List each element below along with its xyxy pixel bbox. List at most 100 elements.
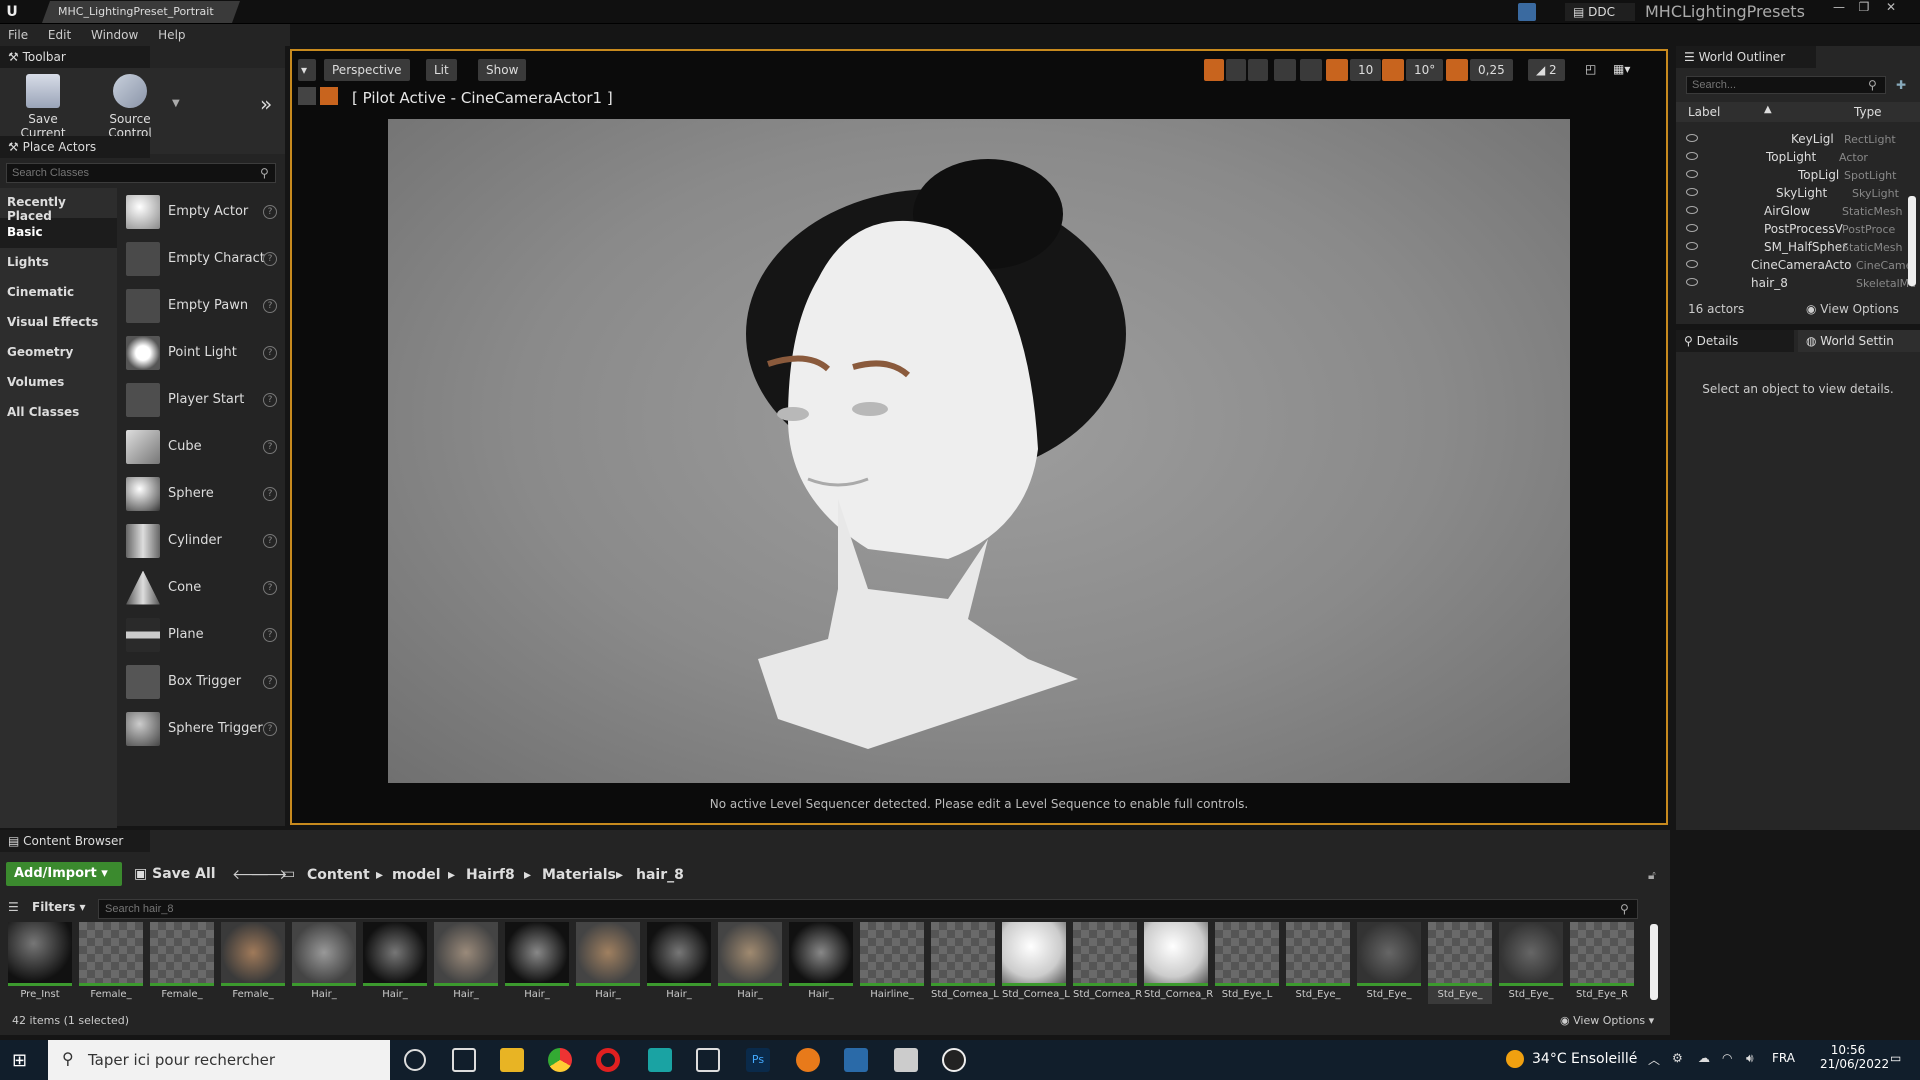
category-all-classes[interactable]: All Classes <box>0 398 117 428</box>
category-volumes[interactable]: Volumes <box>0 368 117 398</box>
app-icon[interactable] <box>894 1048 918 1072</box>
help-icon[interactable]: ? <box>263 721 277 736</box>
actor-player-start[interactable]: Player Start? <box>118 376 285 423</box>
asset-tile[interactable]: Std_Eye_ <box>1499 922 1563 1004</box>
visibility-eye-icon[interactable] <box>1686 224 1698 232</box>
asset-tile[interactable]: Hair_ <box>505 922 569 1004</box>
visibility-eye-icon[interactable] <box>1686 206 1698 214</box>
details-tab[interactable]: ⚲ Details <box>1676 330 1794 352</box>
actor-sphere[interactable]: Sphere? <box>118 470 285 517</box>
outliner-row[interactable]: AirGlow StaticMesh <box>1676 202 1920 220</box>
asset-tile[interactable]: Female_ <box>150 922 214 1004</box>
chrome-icon[interactable] <box>548 1048 572 1072</box>
ddc-indicator[interactable]: ▤ DDC <box>1565 3 1635 21</box>
world-settings-tab[interactable]: ◍ World Settin <box>1798 330 1920 352</box>
asset-tile[interactable]: Std_Cornea_R <box>1073 922 1142 1004</box>
wifi-icon[interactable]: ◠ <box>1722 1051 1732 1065</box>
sources-panel-icon[interactable]: ☰ <box>8 900 19 914</box>
breadcrumb-content[interactable]: Content <box>307 867 370 883</box>
help-icon[interactable]: ? <box>263 486 277 501</box>
category-visual-effects[interactable]: Visual Effects <box>0 308 117 338</box>
col-label-header[interactable]: Label <box>1688 105 1720 119</box>
lock-icon[interactable]: 🔓︎ <box>1648 868 1656 883</box>
place-actors-tab[interactable]: ⚒ Place Actors <box>0 136 150 158</box>
actor-cylinder[interactable]: Cylinder? <box>118 517 285 564</box>
outliner-view-options[interactable]: ◉ View Options <box>1806 302 1899 316</box>
category-lights[interactable]: Lights <box>0 248 117 278</box>
perspective-button[interactable]: Perspective <box>324 59 410 81</box>
rotation-snap-value[interactable]: 10° <box>1406 59 1444 81</box>
cortana-icon[interactable] <box>404 1049 426 1071</box>
scale-icon[interactable] <box>1248 59 1268 81</box>
toolbar-tab[interactable]: ⚒ Toolbar <box>0 46 150 68</box>
asset-tile[interactable]: Hair_ <box>576 922 640 1004</box>
minimize-icon[interactable]: — <box>1828 0 1850 16</box>
notification-icon[interactable]: ▭ <box>1890 1051 1901 1065</box>
visibility-eye-icon[interactable] <box>1686 152 1698 160</box>
save-current-button[interactable]: Save Current <box>6 74 80 140</box>
asset-tile[interactable]: Hair_ <box>434 922 498 1004</box>
surface-snap-icon[interactable] <box>1300 59 1322 81</box>
clock[interactable]: 10:56 21/06/2022 <box>1820 1043 1889 1071</box>
outliner-search-input[interactable] <box>1686 76 1886 94</box>
lit-button[interactable]: Lit <box>426 59 457 81</box>
opera-icon[interactable] <box>596 1048 620 1072</box>
camera-speed-button[interactable]: ◢ 2 <box>1528 59 1565 81</box>
add-import-button[interactable]: Add/Import ▾ <box>6 862 122 886</box>
breadcrumb-hairf8[interactable]: Hairf8 <box>466 867 515 883</box>
asset-tile[interactable]: Hair_ <box>789 922 853 1004</box>
help-icon[interactable]: ? <box>263 627 277 642</box>
help-icon[interactable]: ? <box>263 204 277 219</box>
outliner-row[interactable]: SM_HalfSpher StaticMesh <box>1676 238 1920 256</box>
windows-start-icon[interactable]: ⊞ <box>12 1050 27 1071</box>
save-all-button[interactable]: ▣ Save All <box>134 866 216 882</box>
outliner-row[interactable]: TopLight Actor <box>1676 148 1920 166</box>
breadcrumb-hair8[interactable]: hair_8 <box>636 867 684 883</box>
task-view-icon[interactable] <box>452 1048 476 1072</box>
cb-view-options[interactable]: ◉ View Options ▾ <box>1560 1014 1654 1027</box>
maya-icon[interactable] <box>648 1048 672 1072</box>
show-button[interactable]: Show <box>478 59 527 81</box>
file-explorer-icon[interactable] <box>500 1048 524 1072</box>
asset-tile[interactable]: Std_Eye_ <box>1357 922 1421 1004</box>
grid-snap-value[interactable]: 10 <box>1350 59 1382 81</box>
visibility-eye-icon[interactable] <box>1686 170 1698 178</box>
actor-empty-actor[interactable]: Empty Actor? <box>118 188 285 235</box>
actor-empty-character[interactable]: Empty Charact? <box>118 235 285 282</box>
breadcrumb-model[interactable]: model <box>392 867 441 883</box>
asset-tile[interactable]: Std_Eye_L <box>1215 922 1279 1004</box>
volume-icon[interactable]: 🔊︎ <box>1746 1051 1754 1066</box>
asset-tile-selected[interactable]: Std_Eye_ <box>1428 922 1492 1004</box>
toolbar-expand-icon[interactable]: » <box>260 92 272 116</box>
outliner-row[interactable]: PostProcessV PostProce <box>1676 220 1920 238</box>
translate-icon[interactable] <box>1204 59 1224 81</box>
visibility-eye-icon[interactable] <box>1686 188 1698 196</box>
level-viewport[interactable]: ▾ Perspective Lit Show 10 10° 0,25 ◢ 2 ◰… <box>290 49 1668 825</box>
weather-text[interactable]: 34°C Ensoleillé <box>1532 1051 1637 1067</box>
asset-tile[interactable]: Hair_ <box>718 922 782 1004</box>
asset-tile[interactable]: Hairline_ <box>860 922 924 1004</box>
close-icon[interactable]: ✕ <box>1880 0 1902 16</box>
asset-tile[interactable]: Hair_ <box>363 922 427 1004</box>
feedback-icon[interactable] <box>1518 3 1536 21</box>
asset-tile[interactable]: Pre_Inst <box>8 922 72 1004</box>
3d-app-icon[interactable] <box>696 1048 720 1072</box>
actor-empty-pawn[interactable]: Empty Pawn? <box>118 282 285 329</box>
new-folder-icon[interactable]: ✚ <box>1896 78 1906 92</box>
actor-point-light[interactable]: Point Light? <box>118 329 285 376</box>
ue4-logo-icon[interactable]: U <box>0 0 24 24</box>
category-geometry[interactable]: Geometry <box>0 338 117 368</box>
asset-tile[interactable]: Female_ <box>79 922 143 1004</box>
search-classes-input[interactable] <box>6 163 276 183</box>
source-control-dropdown-icon[interactable]: ▼ <box>172 98 180 109</box>
network-icon[interactable]: ⚙ <box>1672 1051 1683 1065</box>
help-icon[interactable]: ? <box>263 251 277 266</box>
rotate-icon[interactable] <box>1226 59 1246 81</box>
photos-icon[interactable] <box>844 1048 868 1072</box>
photoshop-icon[interactable]: Ps <box>746 1048 770 1072</box>
breadcrumb-materials[interactable]: Materials <box>542 867 616 883</box>
asset-tile[interactable]: Std_Cornea_R <box>1144 922 1213 1004</box>
source-control-button[interactable]: Source Control <box>88 74 172 140</box>
language-indicator[interactable]: FRA <box>1772 1051 1795 1065</box>
scale-snap-icon[interactable] <box>1446 59 1468 81</box>
